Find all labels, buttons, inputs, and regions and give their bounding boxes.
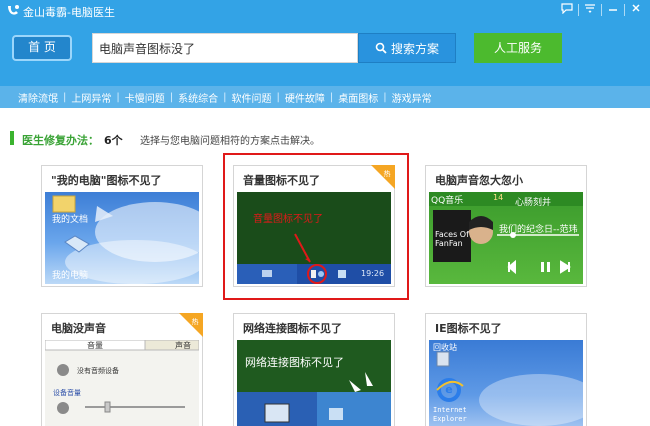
nav-item-internet[interactable]: 上网异常: [71, 90, 111, 105]
divider: [578, 4, 579, 16]
divider: |: [223, 91, 227, 103]
doctor-hint: 选择与您电脑问题相符的方案点击解决。: [140, 136, 320, 147]
nav-item-desktop[interactable]: 桌面图标: [338, 90, 378, 105]
search-button-label: 搜索方案: [390, 41, 439, 56]
solution-card-my-computer[interactable]: "我的电脑"图标不见了 我的文档 我的电脑: [41, 165, 203, 287]
selection-highlight: [223, 153, 409, 300]
solution-card-ie-icon[interactable]: IE图标不见了 e 回收站 Internet Explorer: [425, 313, 587, 426]
thumb-label: 回收站: [433, 343, 457, 352]
search-icon: [375, 42, 387, 54]
app-logo-icon: [8, 5, 19, 15]
hot-badge-icon: 热: [179, 313, 203, 337]
app-title: 金山毒霸-电脑医生: [23, 6, 115, 19]
window-controls: [557, 1, 646, 19]
network-thumbnail: [237, 340, 391, 426]
thumb-label: 14: [493, 193, 504, 202]
divider: |: [383, 91, 387, 103]
solution-card-volume-fluctuating[interactable]: 电脑声音忽大忽小 QQ音乐 14 心肠刻并 Faces Of FanFan 我们…: [425, 165, 587, 287]
thumb-label: 网络连接图标不见了: [245, 356, 344, 369]
nav-item-rogue[interactable]: 清除流氓: [18, 90, 58, 105]
thumb-label: 我们的纪念日--范玮: [499, 225, 578, 235]
minimize-icon[interactable]: [603, 1, 623, 19]
feedback-icon[interactable]: [557, 1, 577, 19]
thumb-label: 设备音量: [53, 389, 81, 397]
section-accent: [10, 131, 14, 145]
divider: |: [116, 91, 120, 103]
thumb-label: 没有音频设备: [77, 367, 119, 375]
thumb-label: 我的电脑: [52, 271, 89, 281]
category-nav: 清除流氓 | 上网异常 | 卡慢问题 | 系统综合 | 软件问题 | 硬件故障 …: [0, 86, 650, 108]
card-title: 网络连接图标不见了: [243, 322, 342, 335]
card-thumbnail: 音量 声音 没有音频设备 设备音量: [45, 340, 199, 426]
sound-settings-thumbnail: [45, 340, 199, 414]
close-icon[interactable]: [626, 1, 646, 19]
divider: [624, 4, 625, 16]
search-input[interactable]: [93, 34, 357, 62]
divider: [601, 4, 602, 16]
nav-item-slow[interactable]: 卡慢问题: [125, 90, 165, 105]
divider: |: [169, 91, 174, 103]
divider: |: [329, 91, 334, 103]
divider: |: [63, 91, 67, 103]
card-thumbnail: QQ音乐 14 心肠刻并 Faces Of FanFan 我们的纪念日--范玮: [429, 192, 583, 284]
home-button[interactable]: 首 页: [12, 35, 72, 61]
solution-card-no-sound[interactable]: 电脑没声音 热 音量 声音 没有音频设备 设备音量: [41, 313, 203, 426]
thumb-label: 心肠刻并: [515, 198, 552, 208]
card-title: IE图标不见了: [435, 322, 502, 335]
search-button[interactable]: 搜索方案: [358, 33, 456, 63]
doctor-title: 医生修复办法：: [22, 134, 99, 147]
card-thumbnail: e 回收站 Internet Explorer: [429, 340, 583, 426]
solution-count: 6个: [104, 134, 123, 147]
thumb-label: Internet Explorer: [433, 406, 467, 423]
solution-card-network-icon[interactable]: 网络连接图标不见了 网络连接图标不见了: [233, 313, 395, 426]
nav-item-software[interactable]: 软件问题: [232, 90, 272, 105]
thumb-label: 我的文档: [52, 215, 89, 225]
card-thumbnail: 网络连接图标不见了: [237, 340, 391, 426]
menu-icon[interactable]: [580, 1, 600, 19]
thumb-label: Faces Of FanFan: [435, 230, 469, 248]
title-bar: 金山毒霸-电脑医生: [0, 0, 650, 22]
svg-text:e: e: [445, 383, 452, 396]
search-box: [92, 33, 358, 63]
card-title: "我的电脑"图标不见了: [51, 174, 162, 187]
divider: |: [276, 91, 280, 103]
card-title: 电脑没声音: [51, 322, 106, 335]
thumb-label: 音量: [87, 341, 103, 350]
svg-text:热: 热: [192, 317, 199, 326]
thumb-label: 声音: [175, 341, 191, 350]
nav-item-system[interactable]: 系统综合: [178, 90, 218, 105]
nav-item-hardware[interactable]: 硬件故障: [285, 90, 325, 105]
card-thumbnail: 我的文档 我的电脑: [45, 192, 199, 284]
header: 金山毒霸-电脑医生 首 页 搜索方案 人工服务: [0, 0, 650, 86]
card-title: 电脑声音忽大忽小: [435, 174, 523, 187]
nav-item-game[interactable]: 游戏异常: [392, 90, 432, 105]
manual-service-button[interactable]: 人工服务: [474, 33, 562, 63]
thumb-label: QQ音乐: [431, 196, 464, 206]
